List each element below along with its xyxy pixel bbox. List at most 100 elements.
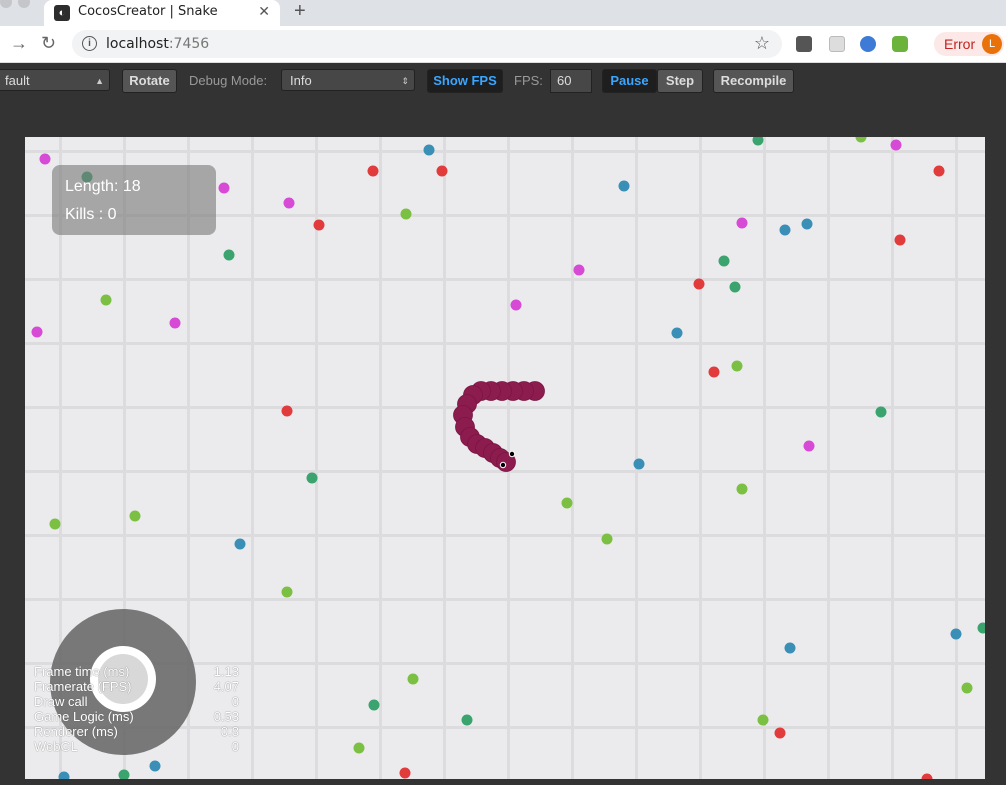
browser-tab[interactable]: ◐ CocosCreator | Snake ✕ bbox=[44, 0, 280, 26]
food-pellet-blue bbox=[234, 538, 246, 550]
rotate-button[interactable]: Rotate bbox=[122, 69, 177, 93]
device-select-value: fault bbox=[5, 73, 30, 88]
url-field[interactable]: i localhost:7456 ☆ bbox=[72, 30, 782, 58]
stat-row: Frame time (ms) 1.13 bbox=[34, 664, 239, 679]
food-pellet-green bbox=[281, 586, 293, 598]
pause-button[interactable]: Pause bbox=[602, 69, 657, 93]
tab-title: CocosCreator | Snake bbox=[78, 4, 218, 19]
food-pellet-teal bbox=[875, 406, 887, 418]
food-pellet-green bbox=[400, 208, 412, 220]
forward-arrow-icon[interactable]: → bbox=[10, 33, 28, 54]
window-control-minimize[interactable] bbox=[0, 0, 12, 8]
browser-tab-bar: ◐ CocosCreator | Snake ✕ + bbox=[0, 0, 1006, 26]
debug-mode-label: Debug Mode: bbox=[189, 73, 268, 88]
food-pellet-red bbox=[894, 234, 906, 246]
avatar: L bbox=[982, 34, 1002, 54]
food-pellet-red bbox=[693, 278, 705, 290]
food-pellet-red bbox=[933, 165, 945, 177]
food-pellet-teal bbox=[461, 714, 473, 726]
snake-pupil bbox=[509, 451, 515, 457]
select-arrows-icon: ⇕ bbox=[401, 76, 409, 86]
food-pellet-teal bbox=[977, 622, 985, 634]
food-pellet-blue bbox=[784, 642, 796, 654]
stat-row: Framerate (FPS) 4.07 bbox=[34, 679, 239, 694]
new-tab-icon[interactable]: + bbox=[294, 0, 306, 23]
food-pellet-red bbox=[281, 405, 293, 417]
food-pellet-red bbox=[708, 366, 720, 378]
food-pellet-magenta bbox=[31, 326, 43, 338]
bookmark-star-icon[interactable]: ☆ bbox=[754, 33, 770, 54]
food-pellet-green bbox=[407, 673, 419, 685]
fps-input[interactable]: 60 bbox=[550, 69, 592, 93]
info-icon[interactable]: i bbox=[82, 36, 97, 51]
recompile-button[interactable]: Recompile bbox=[713, 69, 794, 93]
food-pellet-green bbox=[129, 510, 141, 522]
score-panel: Length: 18 Kills : 0 bbox=[52, 165, 216, 235]
food-pellet-magenta bbox=[510, 299, 522, 311]
food-pellet-red bbox=[367, 165, 379, 177]
food-pellet-teal bbox=[118, 769, 130, 779]
sync-extension-icon[interactable] bbox=[860, 36, 876, 52]
food-pellet-green bbox=[961, 682, 973, 694]
step-button[interactable]: Step bbox=[657, 69, 703, 93]
food-pellet-magenta bbox=[218, 182, 230, 194]
food-pellet-teal bbox=[223, 249, 235, 261]
snake-pupil bbox=[500, 462, 506, 468]
kills-counter: Kills : 0 bbox=[65, 206, 117, 223]
food-pellet-green bbox=[353, 742, 365, 754]
food-pellet-blue bbox=[633, 458, 645, 470]
jetbrains-extension-icon[interactable] bbox=[796, 36, 812, 52]
food-pellet-red bbox=[313, 219, 325, 231]
debug-mode-value: Info bbox=[290, 73, 312, 88]
reload-icon[interactable]: ↻ bbox=[41, 33, 56, 54]
food-pellet-teal bbox=[368, 699, 380, 711]
food-pellet-green bbox=[49, 518, 61, 530]
food-pellet-blue bbox=[801, 218, 813, 230]
food-pellet-green bbox=[100, 294, 112, 306]
food-pellet-blue bbox=[423, 144, 435, 156]
bottom-frame bbox=[0, 779, 1006, 785]
length-counter: Length: 18 bbox=[65, 178, 141, 195]
food-pellet-green bbox=[731, 360, 743, 372]
stat-row: Renderer (ms) 0.8 bbox=[34, 724, 239, 739]
debug-mode-select[interactable]: Info ⇕ bbox=[281, 69, 415, 91]
food-pellet-green bbox=[855, 137, 867, 143]
food-pellet-teal bbox=[752, 137, 764, 146]
food-pellet-blue bbox=[618, 180, 630, 192]
stat-row: WebGL 0 bbox=[34, 739, 239, 754]
food-pellet-magenta bbox=[573, 264, 585, 276]
food-pellet-blue bbox=[149, 760, 161, 772]
browser-address-bar: → ↻ i localhost:7456 ☆ Error L bbox=[0, 26, 1006, 63]
show-fps-button[interactable]: Show FPS bbox=[427, 69, 503, 93]
debug-stats-panel: Frame time (ms) 1.13 Framerate (FPS) 4.07 … bbox=[34, 664, 239, 754]
food-pellet-teal bbox=[729, 281, 741, 293]
tab-close-icon[interactable]: ✕ bbox=[258, 3, 270, 20]
food-pellet-teal bbox=[718, 255, 730, 267]
cocos-favicon-icon: ◐ bbox=[54, 5, 70, 21]
preview-toolbar: fault ▲ Rotate Debug Mode: Info ⇕ Show F… bbox=[0, 63, 1006, 99]
error-label: Error bbox=[944, 36, 976, 52]
food-pellet-green bbox=[736, 483, 748, 495]
food-pellet-blue bbox=[58, 771, 70, 779]
food-pellet-magenta bbox=[169, 317, 181, 329]
url-text: localhost:7456 bbox=[106, 36, 210, 52]
food-pellet-magenta bbox=[803, 440, 815, 452]
select-arrows-icon: ▲ bbox=[95, 76, 104, 86]
game-canvas[interactable]: Length: 18 Kills : 0 Frame time (ms) 1.13… bbox=[25, 137, 985, 779]
food-pellet-magenta bbox=[736, 217, 748, 229]
nodejs-extension-icon[interactable] bbox=[892, 36, 908, 52]
food-pellet-blue bbox=[671, 327, 683, 339]
stat-row: Game Logic (ms) 0.53 bbox=[34, 709, 239, 724]
food-pellet-blue bbox=[950, 628, 962, 640]
profile-error-button[interactable]: Error L bbox=[934, 32, 1004, 56]
food-pellet-red bbox=[436, 165, 448, 177]
window-control-zoom[interactable] bbox=[18, 0, 30, 8]
food-pellet-blue bbox=[779, 224, 791, 236]
extension-icon[interactable] bbox=[829, 36, 845, 52]
device-select[interactable]: fault ▲ bbox=[0, 69, 110, 91]
food-pellet-red bbox=[774, 727, 786, 739]
fps-label: FPS: bbox=[514, 73, 543, 88]
food-pellet-magenta bbox=[890, 139, 902, 151]
food-pellet-red bbox=[399, 767, 411, 779]
food-pellet-green bbox=[561, 497, 573, 509]
